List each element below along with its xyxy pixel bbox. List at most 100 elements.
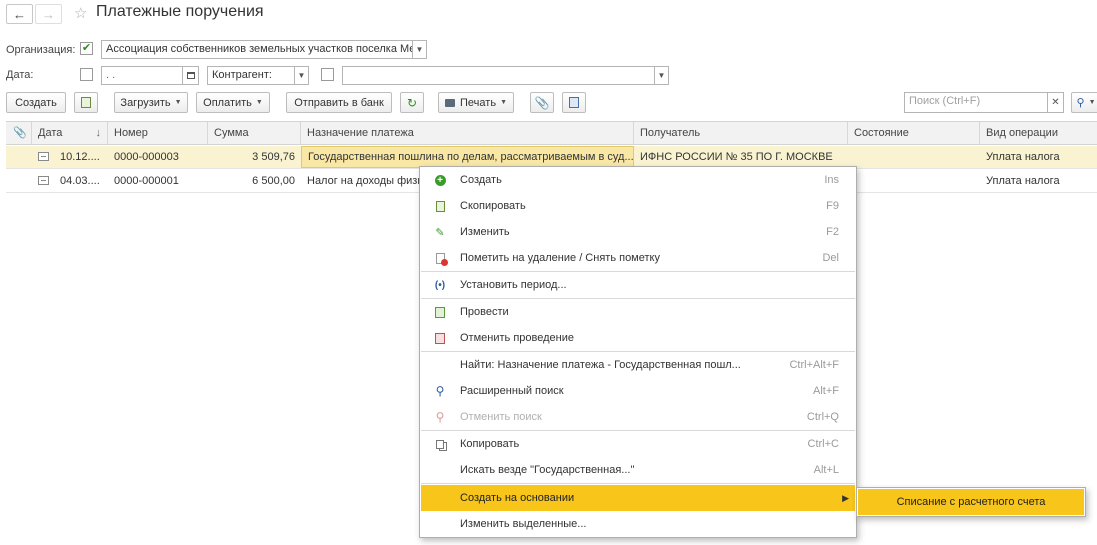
menu-item-set-period[interactable]: (•) Установить период... (421, 272, 855, 298)
menu-item-create-based-on[interactable]: Создать на основании ▶ (421, 485, 855, 511)
menu-item-shortcut: Ctrl+Alt+F (789, 359, 839, 371)
column-header-recipient[interactable]: Получатель (634, 122, 848, 144)
menu-item-shortcut: F9 (826, 200, 839, 212)
menu-item-cancel-search[interactable]: ⚲ Отменить поиск Ctrl+Q (421, 404, 855, 430)
menu-item-create[interactable]: + Создать Ins (421, 167, 855, 193)
chevron-down-icon: ▼ (174, 99, 182, 106)
row-date: 04.03.... (60, 175, 100, 187)
chevron-down-icon: ▼ (415, 45, 424, 54)
date-checkbox[interactable] (80, 68, 93, 81)
date-field[interactable]: . . (101, 66, 183, 85)
send-to-bank-button[interactable]: Отправить в банк (286, 92, 392, 113)
submenu-arrow-icon: ▶ (842, 492, 849, 503)
menu-item-copy-document[interactable]: Скопировать F9 (421, 193, 855, 219)
column-header-number[interactable]: Номер (108, 122, 208, 144)
row-purpose[interactable]: Государственная пошлина по делам, рассма… (301, 146, 634, 168)
menu-item-label: Установить период... (460, 279, 567, 291)
menu-item-post[interactable]: Провести (421, 299, 855, 325)
structure-icon (569, 97, 579, 108)
pay-menu-button[interactable]: Оплатить ▼ (196, 92, 270, 113)
counterparty-field[interactable] (342, 66, 655, 85)
submenu-item-bank-writeoff[interactable]: Списание с расчетного счета (858, 489, 1084, 515)
chevron-down-icon: ▼ (1088, 99, 1096, 106)
menu-item-label: Изменить (460, 226, 510, 238)
menu-item-shortcut: Ctrl+C (807, 438, 839, 450)
structure-button[interactable] (562, 92, 586, 113)
menu-item-mark-delete[interactable]: Пометить на удаление / Снять пометку Del (421, 245, 855, 271)
organization-checkbox[interactable]: ✔ (80, 42, 93, 55)
attachment-column-header[interactable]: 📎 (6, 122, 32, 144)
column-header-date[interactable]: Дата ↓ (32, 122, 108, 144)
menu-item-advanced-search[interactable]: ⚲ Расширенный поиск Alt+F (421, 378, 855, 404)
menu-item-search-everywhere[interactable]: Искать везде "Государственная..." Alt+L (421, 457, 855, 483)
menu-item-label: Копировать (460, 438, 520, 450)
post-document-icon (434, 306, 446, 318)
date-label: Дата: (6, 69, 34, 81)
copy-icon (434, 438, 446, 450)
close-icon: ✕ (1051, 97, 1060, 108)
back-button[interactable]: ← (6, 4, 33, 24)
column-header-sum[interactable]: Сумма (208, 122, 301, 144)
search-input[interactable]: Поиск (Ctrl+F) (904, 92, 1064, 113)
counterparty-checkbox[interactable] (321, 68, 334, 81)
arrow-left-icon: ← (13, 6, 26, 22)
counterparty-type-dropdown[interactable]: ▼ (295, 66, 309, 85)
row-number: 0000-000003 (114, 151, 179, 163)
row-recipient: ИФНС РОССИИ № 35 ПО Г. МОСКВЕ (640, 151, 833, 163)
menu-item-unpost[interactable]: Отменить проведение (421, 325, 855, 351)
chevron-down-icon: ▼ (255, 99, 263, 106)
calendar-icon (186, 72, 195, 79)
print-menu-button[interactable]: Печать ▼ (438, 92, 514, 113)
menu-item-label: Найти: Назначение платежа - Государствен… (460, 359, 741, 371)
counterparty-label: Контрагент: (207, 66, 295, 85)
forward-button[interactable]: → (35, 4, 62, 24)
menu-item-shortcut: F2 (826, 226, 839, 238)
column-header-purpose[interactable]: Назначение платежа (301, 122, 634, 144)
load-menu-button[interactable]: Загрузить ▼ (114, 92, 188, 113)
submenu: Списание с расчетного счета (856, 487, 1086, 517)
menu-item-label: Создать на основании (460, 492, 575, 504)
row-number: 0000-000001 (114, 175, 179, 187)
copy-button[interactable] (74, 92, 98, 113)
column-header-state[interactable]: Состояние (848, 122, 980, 144)
counterparty-dropdown-button[interactable]: ▼ (655, 66, 669, 85)
menu-item-edit-selected[interactable]: Изменить выделенные... (421, 511, 855, 537)
row-state (848, 170, 980, 192)
row-sum: 6 500,00 (252, 175, 295, 187)
copy-document-icon (434, 200, 446, 212)
menu-item-find[interactable]: Найти: Назначение платежа - Государствен… (421, 352, 855, 378)
menu-item-copy[interactable]: Копировать Ctrl+C (421, 431, 855, 457)
menu-item-shortcut: Del (822, 252, 839, 264)
menu-item-shortcut: Alt+F (813, 385, 839, 397)
refresh-button[interactable]: ↻ (400, 92, 424, 113)
attachments-button[interactable]: 📎 (530, 92, 554, 113)
print-button-label: Печать (460, 96, 497, 109)
calendar-button[interactable] (183, 66, 199, 85)
menu-item-shortcut: Ctrl+Q (806, 411, 839, 423)
delete-mark-icon (434, 252, 448, 266)
document-icon (38, 176, 49, 185)
plus-circle-icon: + (434, 174, 446, 186)
create-button[interactable]: Создать (6, 92, 66, 113)
document-icon (38, 152, 49, 161)
copy-document-icon (81, 97, 91, 108)
pay-button-label: Оплатить (203, 96, 252, 109)
menu-separator (421, 483, 855, 484)
sort-down-icon: ↓ (95, 127, 102, 139)
search-options-button[interactable]: ⚲ ▼ (1071, 92, 1097, 113)
pencil-icon: ✎ (435, 226, 445, 239)
column-header-operation[interactable]: Вид операции (980, 122, 1097, 144)
row-sum: 3 509,76 (252, 151, 295, 163)
load-button-label: Загрузить (120, 96, 171, 109)
organization-field[interactable]: Ассоциация собственников земельных участ… (101, 40, 413, 59)
clear-search-button[interactable]: ✕ (1047, 92, 1064, 113)
row-date: 10.12.... (60, 151, 100, 163)
organization-dropdown-button[interactable]: ▼ (413, 40, 427, 59)
refresh-icon: ↻ (406, 95, 418, 110)
favorite-star-icon[interactable]: ☆ (74, 4, 87, 22)
menu-item-shortcut: Alt+L (813, 464, 839, 476)
menu-item-edit[interactable]: ✎ Изменить F2 (421, 219, 855, 245)
chevron-down-icon: ▼ (657, 71, 666, 80)
checkmark-icon: ✔ (81, 42, 92, 54)
arrow-right-icon: → (42, 6, 55, 22)
